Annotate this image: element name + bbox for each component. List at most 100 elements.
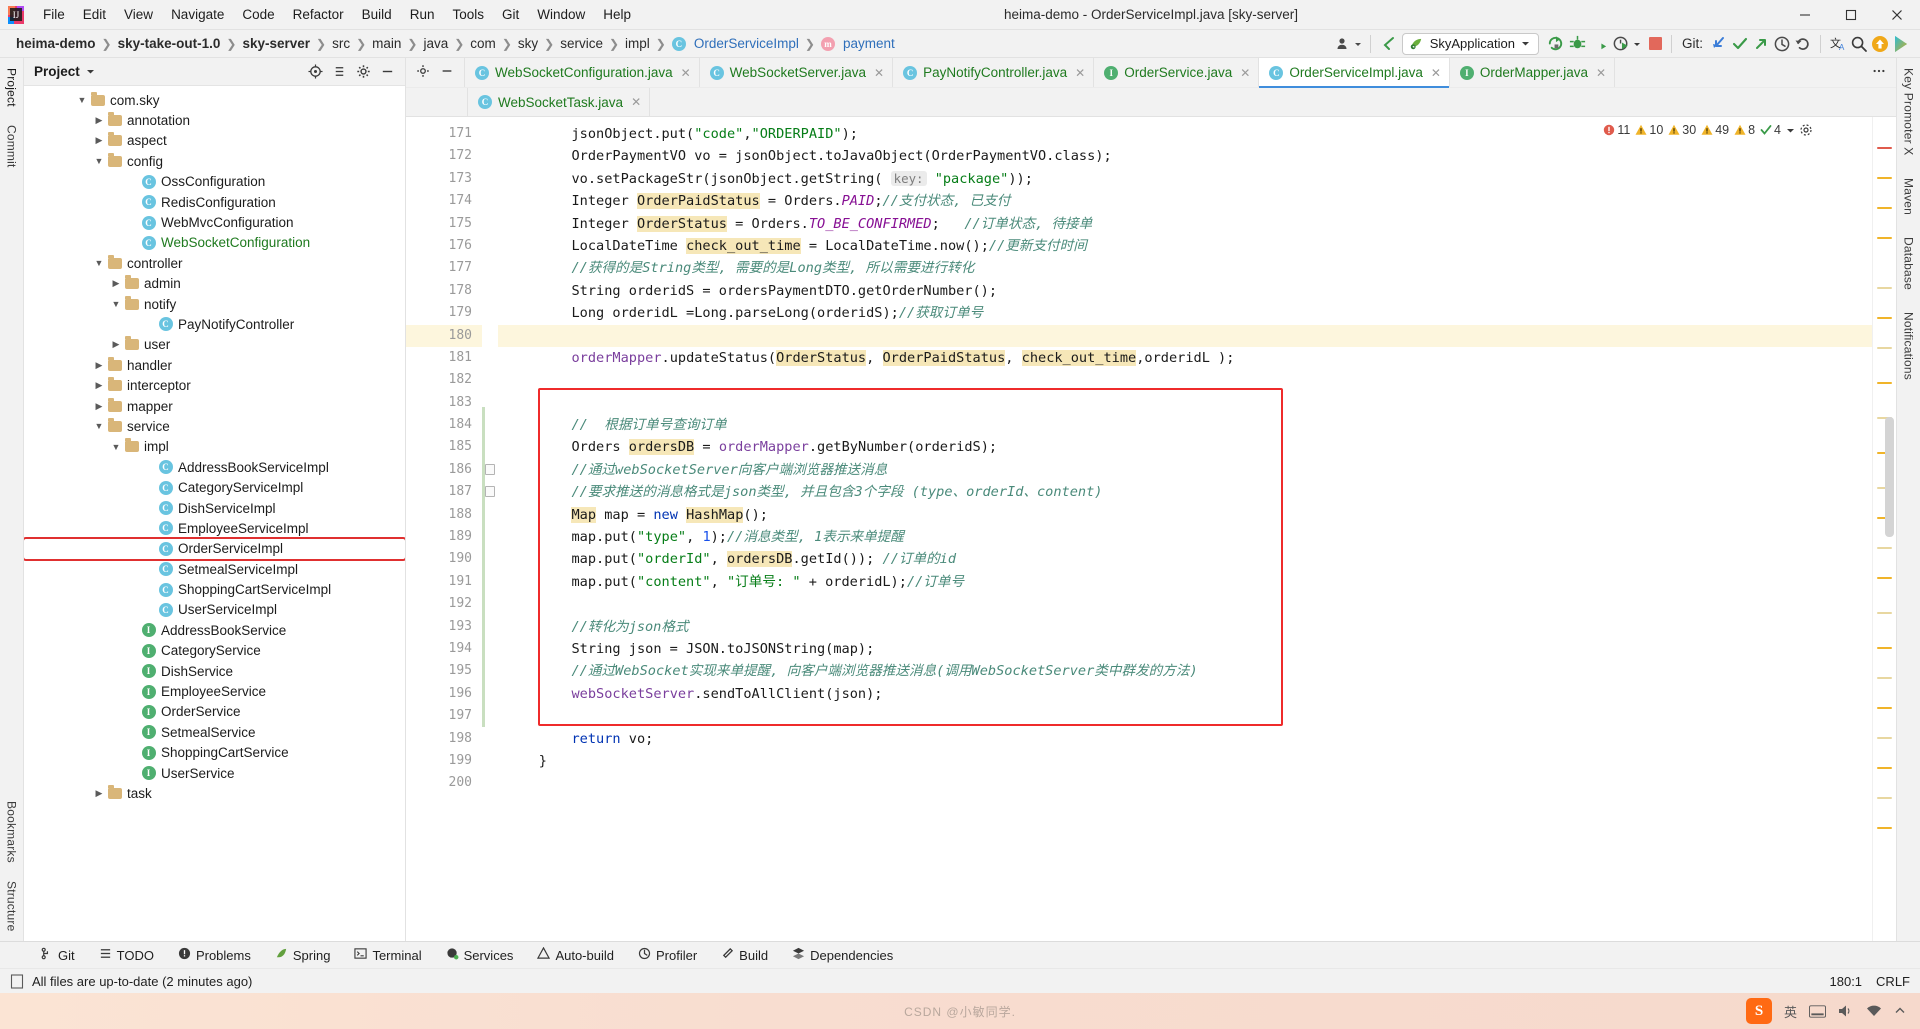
line-number[interactable]: 191 xyxy=(406,571,482,593)
minimap-marker[interactable] xyxy=(1877,147,1892,149)
tree-node[interactable]: C DishServiceImpl xyxy=(24,498,405,518)
code-line[interactable]: //转化为json格式 xyxy=(498,616,1872,638)
tree-node[interactable]: I UserService xyxy=(24,763,405,783)
expand-all-icon[interactable] xyxy=(332,64,347,79)
code-line[interactable] xyxy=(498,369,1872,391)
minimap-marker[interactable] xyxy=(1877,547,1892,549)
minimap-marker[interactable] xyxy=(1877,612,1892,614)
line-number[interactable]: 184 xyxy=(406,414,482,436)
line-number[interactable]: 193 xyxy=(406,616,482,638)
volume-icon[interactable] xyxy=(1838,1004,1854,1018)
code-line[interactable]: //通过WebSocket实现来单提醒, 向客户端浏览器推送消息(调用WebSo… xyxy=(498,660,1872,682)
line-number[interactable]: 190 xyxy=(406,548,482,570)
chevron-right-icon[interactable]: ▶ xyxy=(92,115,106,126)
minimap-marker[interactable] xyxy=(1877,317,1892,319)
tree-node[interactable]: I DishService xyxy=(24,661,405,681)
line-number[interactable]: 185 xyxy=(406,436,482,458)
hide-panel-icon[interactable] xyxy=(380,64,395,79)
chevron-down-icon[interactable]: ▼ xyxy=(109,299,123,309)
tree-node[interactable]: C AddressBookServiceImpl xyxy=(24,457,405,477)
tree-node[interactable]: I ShoppingCartService xyxy=(24,743,405,763)
minimap-marker[interactable] xyxy=(1877,827,1892,829)
rail-item-notifications[interactable]: Notifications xyxy=(1902,308,1916,384)
tree-node[interactable]: ▶ annotation xyxy=(24,110,405,130)
tree-node-selected[interactable]: C OrderServiceImpl xyxy=(24,536,405,562)
tool-window-spring[interactable]: Spring xyxy=(263,947,343,963)
code-line[interactable]: //通过webSocketServer向客户端浏览器推送消息 xyxy=(498,459,1872,481)
code-line[interactable]: Integer OrderPaidStatus = Orders.PAID;//… xyxy=(498,190,1872,212)
stop-icon[interactable] xyxy=(1648,36,1663,51)
line-number[interactable]: 183 xyxy=(406,392,482,414)
line-number[interactable]: 194 xyxy=(406,638,482,660)
tree-node[interactable]: C OssConfiguration xyxy=(24,172,405,192)
line-number-gutter[interactable]: 171 172 173 174 175 176 177 178 179 180 181 182 183 1… xyxy=(406,117,482,941)
minimap-marker[interactable] xyxy=(1877,382,1892,384)
close-icon[interactable]: ✕ xyxy=(1596,66,1606,80)
line-number[interactable]: 182 xyxy=(406,369,482,391)
editor-scrollbar-thumb[interactable] xyxy=(1885,417,1894,537)
sogou-icon[interactable]: S xyxy=(1745,998,1772,1024)
tool-window-terminal[interactable]: Terminal xyxy=(342,947,433,963)
line-number[interactable]: 174 xyxy=(406,190,482,212)
tree-node[interactable]: ▼ notify xyxy=(24,294,405,314)
breadcrumb-service[interactable]: service xyxy=(556,35,607,52)
code-line[interactable] xyxy=(498,705,1872,727)
breadcrumb-heima-demo[interactable]: heima-demo xyxy=(12,35,100,52)
tree-node[interactable]: I SetmealService xyxy=(24,722,405,742)
line-number[interactable]: 197 xyxy=(406,705,482,727)
rail-item-database[interactable]: Database xyxy=(1902,233,1916,294)
tree-node[interactable]: C SetmealServiceImpl xyxy=(24,559,405,579)
menu-code[interactable]: Code xyxy=(233,4,283,25)
code-line[interactable]: String json = JSON.toJSONString(map); xyxy=(498,638,1872,660)
code-line[interactable]: webSocketServer.sendToAllClient(json); xyxy=(498,683,1872,705)
git-rollback-icon[interactable] xyxy=(1794,35,1812,53)
code-line[interactable]: // 根据订单号查询订单 xyxy=(498,414,1872,436)
inspection-settings-icon[interactable] xyxy=(1800,124,1812,136)
editor-minimap-markers[interactable] xyxy=(1872,117,1896,941)
chevron-down-icon[interactable]: ▼ xyxy=(92,258,106,268)
minimap-marker[interactable] xyxy=(1877,287,1892,289)
tree-node[interactable]: ▼ controller xyxy=(24,253,405,273)
chevron-down-icon[interactable]: ▼ xyxy=(92,156,106,166)
tool-window-build[interactable]: Build xyxy=(709,947,780,963)
code-line[interactable]: //要求推送的消息格式是json类型, 并且包含3个字段 (type、order… xyxy=(498,481,1872,503)
chevron-down-icon[interactable] xyxy=(1786,126,1795,135)
code-line[interactable] xyxy=(498,324,1872,347)
chevron-right-icon[interactable]: ▶ xyxy=(109,339,123,350)
editor-tab[interactable]: C OrderServiceImpl.java ✕ xyxy=(1259,58,1450,88)
close-icon[interactable]: ✕ xyxy=(631,95,641,109)
line-number[interactable]: 178 xyxy=(406,280,482,302)
line-number[interactable]: 189 xyxy=(406,526,482,548)
line-number[interactable]: 172 xyxy=(406,145,482,167)
line-number[interactable]: 171 xyxy=(406,123,482,145)
line-number[interactable]: 192 xyxy=(406,593,482,615)
caret-position[interactable]: 180:1 xyxy=(1830,974,1863,989)
minimap-marker[interactable] xyxy=(1877,797,1892,799)
tree-node[interactable]: C UserServiceImpl xyxy=(24,600,405,620)
editor-tab[interactable]: C WebSocketTask.java ✕ xyxy=(468,88,651,116)
breadcrumb-java[interactable]: java xyxy=(419,35,452,52)
tree-node[interactable]: I OrderService xyxy=(24,702,405,722)
chevron-down-icon[interactable] xyxy=(86,67,95,76)
ide-icon[interactable] xyxy=(1892,35,1910,53)
tree-node[interactable]: I EmployeeService xyxy=(24,681,405,701)
line-number[interactable]: 187 xyxy=(406,481,482,503)
rail-item-commit[interactable]: Commit xyxy=(5,121,19,172)
line-separator[interactable]: CRLF xyxy=(1876,974,1910,989)
minimap-marker[interactable] xyxy=(1877,647,1892,649)
editor-tab[interactable]: C WebSocketConfiguration.java ✕ xyxy=(465,58,700,87)
coverage-icon[interactable] xyxy=(1590,34,1609,53)
code-line[interactable] xyxy=(498,593,1872,615)
code-line[interactable] xyxy=(498,392,1872,414)
fold-column[interactable] xyxy=(482,117,498,941)
line-number[interactable]: 173 xyxy=(406,168,482,190)
search-everywhere-icon[interactable] xyxy=(1850,35,1868,53)
code-content[interactable]: jsonObject.put("code","ORDERPAID"); Orde… xyxy=(498,117,1872,941)
inspection-widget[interactable]: 11 10 30 49 8 4 xyxy=(1599,121,1816,139)
rail-item-project[interactable]: Project xyxy=(5,64,19,111)
rail-item-bookmarks[interactable]: Bookmarks xyxy=(5,797,19,867)
editor-tab[interactable]: I OrderMapper.java ✕ xyxy=(1450,58,1616,87)
breadcrumb-main[interactable]: main xyxy=(368,35,405,52)
tree-node[interactable]: ▼ config xyxy=(24,151,405,171)
run-icon[interactable] xyxy=(1546,34,1565,53)
